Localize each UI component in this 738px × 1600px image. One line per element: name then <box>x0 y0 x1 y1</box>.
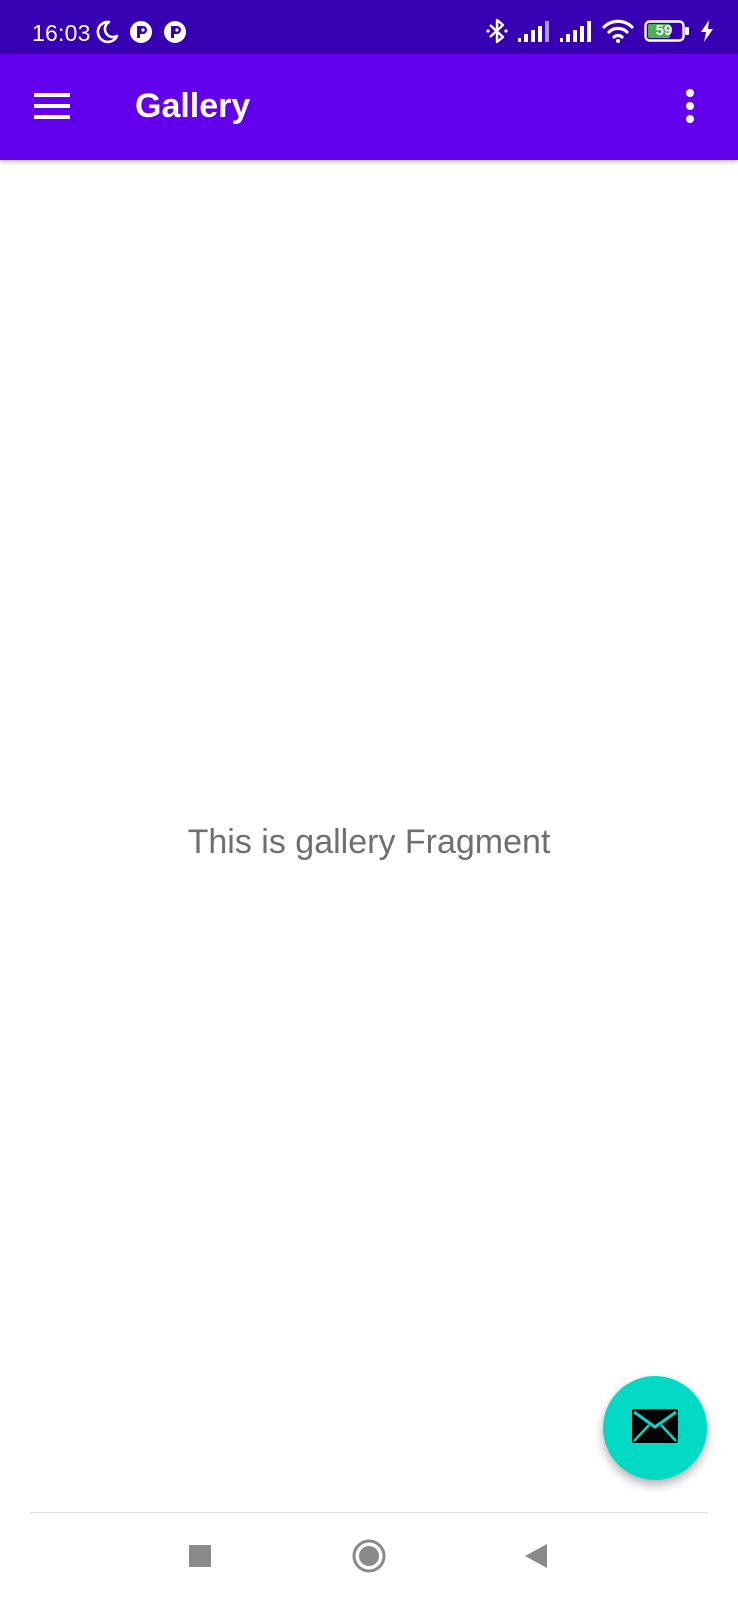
more-vertical-icon <box>685 88 695 128</box>
back-button[interactable] <box>506 1533 566 1583</box>
mail-fab-button[interactable] <box>603 1376 707 1480</box>
home-icon <box>351 1538 387 1579</box>
battery-icon: 59 <box>644 19 690 43</box>
status-left-icons <box>95 20 187 44</box>
home-button[interactable] <box>339 1533 399 1583</box>
fragment-message: This is gallery Fragment <box>187 823 551 861</box>
moon-icon <box>95 20 119 44</box>
overflow-menu-button[interactable] <box>662 80 718 136</box>
signal-icon <box>560 20 592 42</box>
signal-icon <box>518 20 550 42</box>
recents-icon <box>188 1544 212 1573</box>
back-icon <box>523 1542 549 1575</box>
status-time: 16:03 <box>32 20 91 46</box>
battery-level: 59 <box>655 22 673 39</box>
notification-app-icon <box>163 20 187 44</box>
notification-app-icon <box>129 20 153 44</box>
hamburger-menu-icon <box>34 92 70 124</box>
system-nav-bar <box>0 1513 738 1600</box>
screen: 16:03 59 Gallery This is gallery Fragmen… <box>0 0 738 1600</box>
bluetooth-icon <box>486 18 508 44</box>
navigation-drawer-button[interactable] <box>22 80 82 136</box>
wifi-icon <box>602 19 634 43</box>
recents-button[interactable] <box>170 1533 230 1583</box>
status-right-icons: 59 <box>486 18 714 44</box>
mail-icon <box>631 1408 679 1449</box>
app-bar: Gallery <box>0 54 738 160</box>
status-bar: 16:03 59 <box>0 0 738 54</box>
charging-icon <box>700 20 714 42</box>
page-title: Gallery <box>135 87 251 125</box>
